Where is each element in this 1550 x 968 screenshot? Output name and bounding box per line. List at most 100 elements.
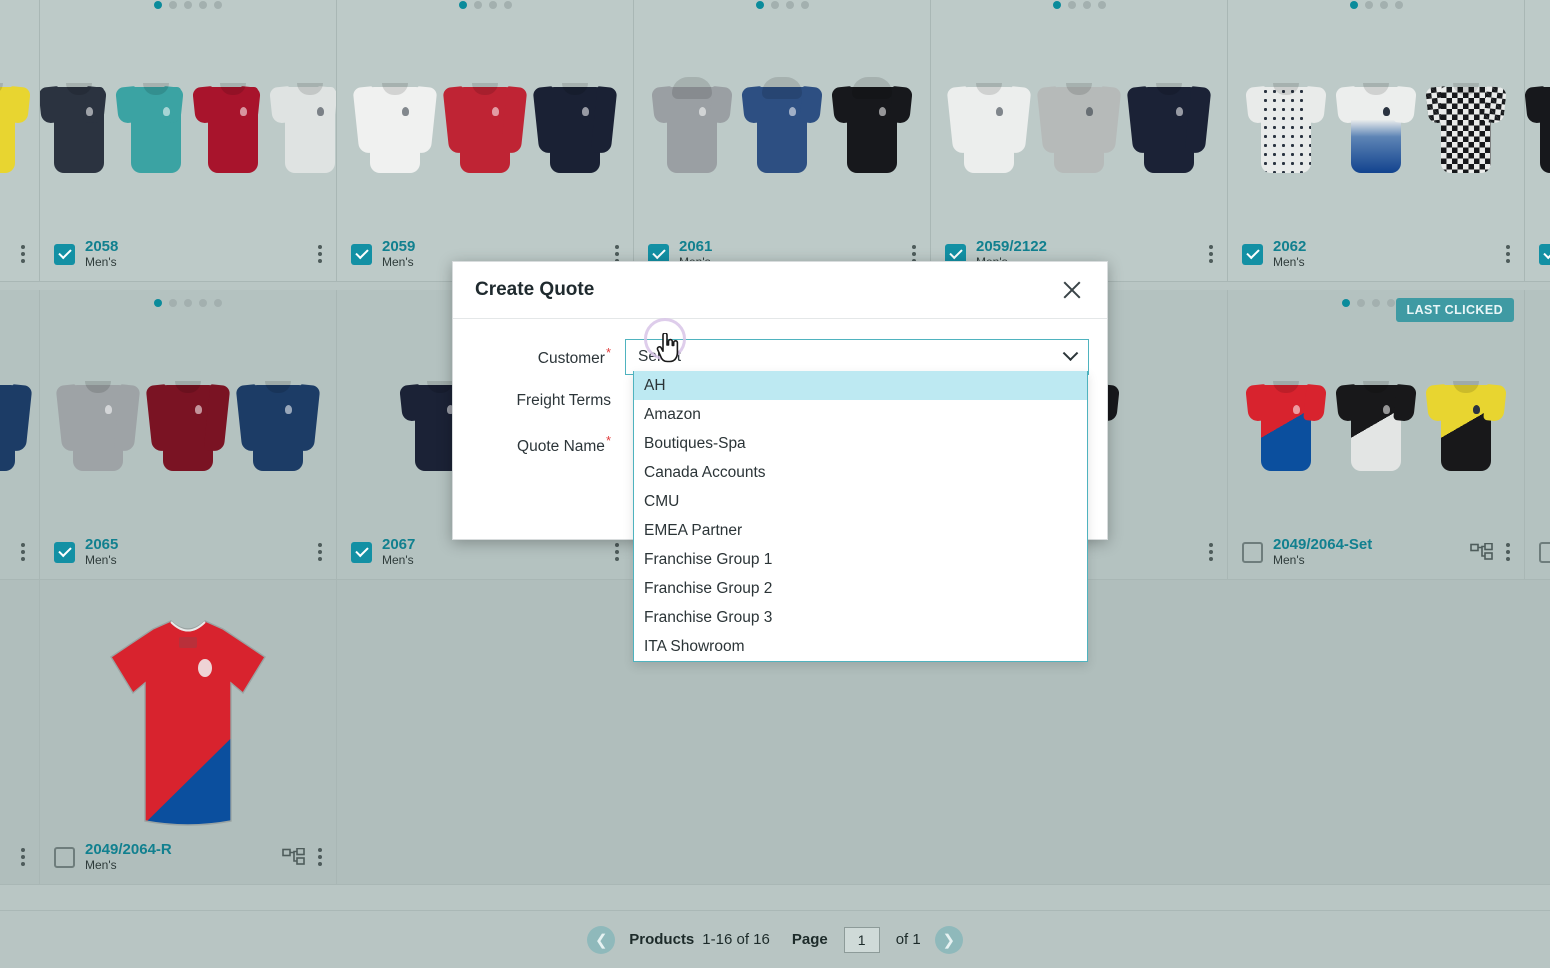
product-card-partial-left-row2[interactable] <box>0 290 40 580</box>
carousel-dots[interactable] <box>931 1 1227 9</box>
next-page-button[interactable]: ❯ <box>935 926 963 954</box>
more-options-icon[interactable] <box>1506 245 1510 263</box>
carousel-dot[interactable] <box>199 299 207 307</box>
carousel-dots[interactable] <box>337 1 633 9</box>
product-name[interactable]: 2059/2122 <box>976 238 1047 255</box>
card-checkbox[interactable] <box>351 244 372 265</box>
dropdown-option-emea-partner[interactable]: EMEA Partner <box>634 516 1087 545</box>
carousel-dot[interactable] <box>214 299 222 307</box>
dropdown-option-franchise-group-3[interactable]: Franchise Group 3 <box>634 603 1087 632</box>
carousel-dot[interactable] <box>771 1 779 9</box>
more-options-icon[interactable] <box>1506 543 1510 561</box>
product-card-partial-right[interactable] <box>1525 0 1550 282</box>
carousel-dot[interactable] <box>214 1 222 9</box>
carousel-dot[interactable] <box>1380 1 1388 9</box>
carousel-dots[interactable] <box>634 1 930 9</box>
product-name[interactable]: 2049/2064-R <box>85 841 172 858</box>
carousel-dots[interactable] <box>1228 1 1524 9</box>
page-number-input[interactable]: 1 <box>844 927 880 953</box>
customer-select[interactable]: Select <box>625 339 1089 375</box>
carousel-dot[interactable] <box>199 1 207 9</box>
card-checkbox[interactable] <box>1242 542 1263 563</box>
product-category: Men's <box>85 256 118 270</box>
carousel-dot[interactable] <box>489 1 497 9</box>
card-checkbox[interactable] <box>1539 244 1550 265</box>
carousel-dot[interactable] <box>154 1 162 9</box>
carousel-dots[interactable] <box>40 1 336 9</box>
carousel-dot[interactable] <box>1342 299 1350 307</box>
carousel-dot[interactable] <box>786 1 794 9</box>
product-name[interactable]: 2062 <box>1273 238 1306 255</box>
hierarchy-icon[interactable] <box>282 848 306 866</box>
carousel-dot[interactable] <box>1387 299 1395 307</box>
carousel-dot[interactable] <box>504 1 512 9</box>
carousel-dot[interactable] <box>1350 1 1358 9</box>
carousel-dot[interactable] <box>474 1 482 9</box>
product-card-2062[interactable]: 2062 Men's <box>1228 0 1525 282</box>
card-checkbox[interactable] <box>1242 244 1263 265</box>
dropdown-option-franchise-group-2[interactable]: Franchise Group 2 <box>634 574 1087 603</box>
more-options-icon[interactable] <box>1209 543 1213 561</box>
product-card-2049-2064-set[interactable]: LAST CLICKED <box>1228 290 1525 580</box>
product-name[interactable]: 2058 <box>85 238 118 255</box>
product-name[interactable]: 2059 <box>382 238 415 255</box>
carousel-dot[interactable] <box>184 299 192 307</box>
carousel-dot[interactable] <box>169 1 177 9</box>
card-actions <box>1209 245 1213 263</box>
carousel-dot[interactable] <box>1053 1 1061 9</box>
product-name[interactable]: 2061 <box>679 238 712 255</box>
card-checkbox[interactable] <box>54 244 75 265</box>
customer-dropdown-list[interactable]: AH Amazon Boutiques-Spa Canada Accounts … <box>633 371 1088 662</box>
product-name[interactable]: 2065 <box>85 536 118 553</box>
product-card-2061[interactable]: 2061 Men's <box>634 0 931 282</box>
product-card-partial-left-row3[interactable] <box>0 580 40 885</box>
carousel-dot[interactable] <box>1357 299 1365 307</box>
carousel-dot[interactable] <box>1395 1 1403 9</box>
product-card-2058[interactable]: 2058 Men's <box>40 0 337 282</box>
carousel-dot[interactable] <box>801 1 809 9</box>
product-card-2049-2064-r[interactable]: 2049/2064-R Men's <box>40 580 337 885</box>
product-info: 2059 Men's <box>382 238 415 269</box>
card-checkbox[interactable] <box>351 542 372 563</box>
carousel-dot[interactable] <box>169 299 177 307</box>
product-card-partial-right-row2[interactable] <box>1525 290 1550 580</box>
product-card-2059[interactable]: 2059 Men's <box>337 0 634 282</box>
prev-page-button[interactable]: ❮ <box>587 926 615 954</box>
dropdown-option-franchise-group-1[interactable]: Franchise Group 1 <box>634 545 1087 574</box>
close-icon[interactable] <box>1059 277 1085 303</box>
more-options-icon[interactable] <box>318 848 322 866</box>
product-card-2065[interactable]: 2065 Men's <box>40 290 337 580</box>
more-options-icon[interactable] <box>21 245 25 263</box>
more-options-icon[interactable] <box>21 543 25 561</box>
carousel-dot[interactable] <box>1098 1 1106 9</box>
dropdown-option-amazon[interactable]: Amazon <box>634 400 1087 429</box>
hierarchy-icon[interactable] <box>1470 543 1494 561</box>
more-options-icon[interactable] <box>21 848 25 866</box>
dropdown-option-ita-showroom[interactable]: ITA Showroom <box>634 632 1087 661</box>
carousel-dot[interactable] <box>1372 299 1380 307</box>
carousel-dots[interactable] <box>40 299 336 307</box>
dropdown-option-ah[interactable]: AH <box>634 371 1087 400</box>
carousel-dot[interactable] <box>1365 1 1373 9</box>
carousel-dot[interactable] <box>154 299 162 307</box>
card-checkbox[interactable] <box>54 847 75 868</box>
product-name[interactable]: 2067 <box>382 536 415 553</box>
more-options-icon[interactable] <box>318 543 322 561</box>
product-card-partial-left[interactable] <box>0 0 40 282</box>
carousel-dot[interactable] <box>756 1 764 9</box>
dropdown-option-boutiques-spa[interactable]: Boutiques-Spa <box>634 429 1087 458</box>
product-card-2059-2122[interactable]: 2059/2122 Men's <box>931 0 1228 282</box>
card-checkbox[interactable] <box>54 542 75 563</box>
product-name[interactable]: 2049/2064-Set <box>1273 536 1372 553</box>
dropdown-option-canada-accounts[interactable]: Canada Accounts <box>634 458 1087 487</box>
carousel-dot[interactable] <box>459 1 467 9</box>
card-checkbox[interactable] <box>1539 542 1550 563</box>
more-options-icon[interactable] <box>318 245 322 263</box>
more-options-icon[interactable] <box>615 543 619 561</box>
pagination-footer: ❮ Products 1-16 of 16 Page 1 of 1 ❯ <box>0 910 1550 968</box>
more-options-icon[interactable] <box>1209 245 1213 263</box>
carousel-dot[interactable] <box>184 1 192 9</box>
carousel-dot[interactable] <box>1083 1 1091 9</box>
dropdown-option-cmu[interactable]: CMU <box>634 487 1087 516</box>
carousel-dot[interactable] <box>1068 1 1076 9</box>
